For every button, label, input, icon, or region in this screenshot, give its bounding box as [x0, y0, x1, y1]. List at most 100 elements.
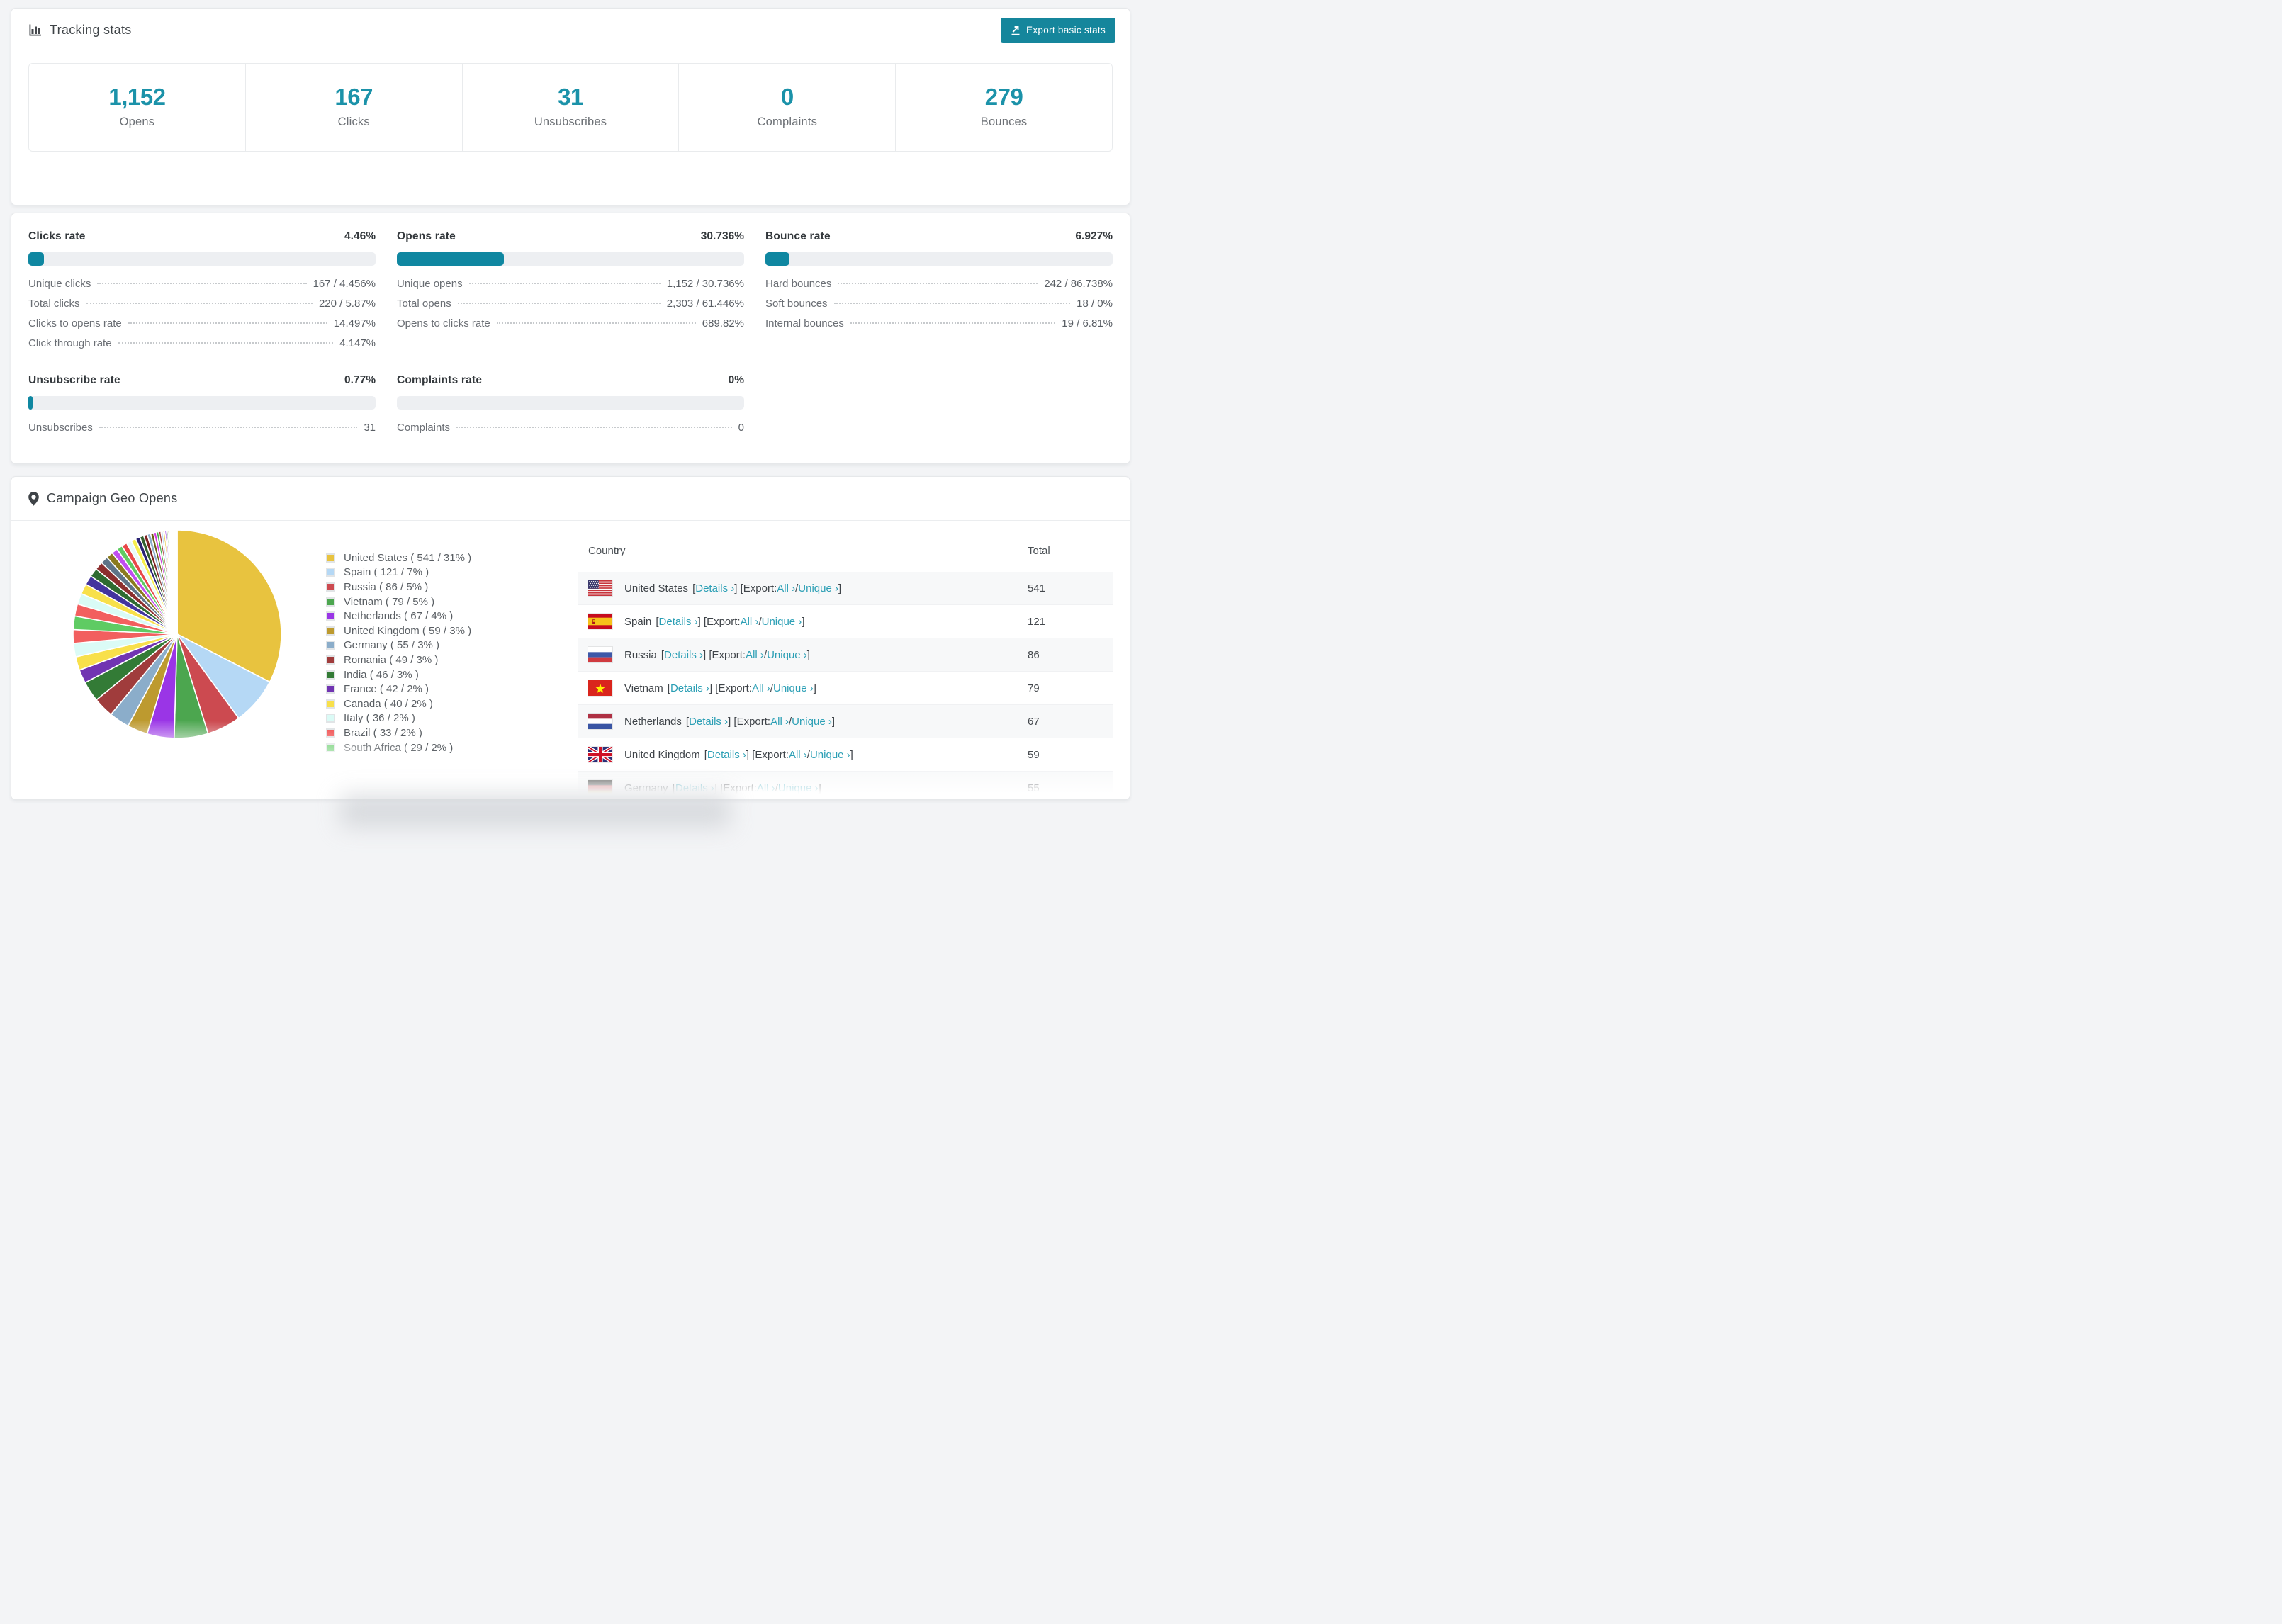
export-all-link[interactable]: All ›: [777, 582, 795, 594]
total-cell: 86: [1028, 648, 1040, 661]
legend-item-canada[interactable]: Canada ( 40 / 2% ): [326, 697, 561, 711]
legend-item-united-kingdom[interactable]: United Kingdom ( 59 / 3% ): [326, 624, 561, 638]
flag-icon-es: [588, 614, 612, 629]
legend-swatch: [326, 641, 335, 650]
country-cell: United Kingdom[Details ›] [Export: All ›…: [588, 747, 1028, 762]
legend-item-germany[interactable]: Germany ( 55 / 3% ): [326, 638, 561, 653]
details-link[interactable]: Details ›: [670, 682, 709, 694]
legend-item-romania[interactable]: Romania ( 49 / 3% ): [326, 653, 561, 667]
clicks-rate-progress-bar: [28, 252, 376, 266]
legend-item-spain[interactable]: Spain ( 121 / 7% ): [326, 565, 561, 580]
export-unique-link[interactable]: Unique ›: [773, 682, 814, 694]
country-name: Russia: [624, 648, 657, 661]
export-all-link[interactable]: All ›: [770, 716, 789, 728]
legend-item-russia[interactable]: Russia ( 86 / 5% ): [326, 580, 561, 594]
stat-row: Complaints 0: [397, 422, 744, 441]
country-cell: Germany[Details ›] [Export: All › / Uniq…: [588, 780, 1028, 796]
bracket: ]: [838, 582, 842, 594]
stat-label: Opens to clicks rate: [397, 317, 490, 329]
column-header-country: Country: [588, 545, 626, 557]
legend-label: Canada ( 40 / 2% ): [344, 697, 433, 710]
summary-label: Complaints: [757, 115, 818, 128]
dotted-leader: [457, 303, 661, 304]
legend-swatch: [326, 553, 335, 563]
rates-card: Clicks rate 4.46% Unique clicks 167 / 4.456…: [11, 213, 1130, 464]
flag-icon-us: [588, 580, 612, 596]
total-cell: 55: [1028, 782, 1040, 794]
stat-value: 0: [738, 422, 744, 434]
legend-swatch: [326, 728, 335, 738]
export-unique-link[interactable]: Unique ›: [778, 782, 819, 794]
summary-value: 31: [558, 84, 583, 110]
summary-box-clicks: 167 Clicks: [245, 64, 463, 151]
stat-value: 220 / 5.87%: [318, 298, 376, 310]
legend-label: Germany ( 55 / 3% ): [344, 639, 440, 652]
table-row-us: United States[Details ›] [Export: All › …: [578, 572, 1113, 605]
unsubscribe-rate-head: Unsubscribe rate 0.77%: [28, 374, 376, 387]
legend-label: Spain ( 121 / 7% ): [344, 566, 429, 579]
details-link[interactable]: Details ›: [689, 716, 728, 728]
stat-label: Clicks to opens rate: [28, 317, 122, 329]
summary-label: Clicks: [337, 115, 370, 128]
details-link[interactable]: Details ›: [695, 582, 734, 594]
summary-stats-row: 1,152 Opens 167 Clicks 31 Unsubscribes 0 Compla…: [28, 63, 1113, 152]
stat-row: Internal bounces 19 / 6.81%: [765, 317, 1113, 337]
stat-row: Clicks to opens rate 14.497%: [28, 317, 376, 337]
stat-label: Internal bounces: [765, 317, 844, 329]
legend-swatch: [326, 655, 335, 665]
legend-item-italy[interactable]: Italy ( 36 / 2% ): [326, 711, 561, 726]
stat-row: Unique opens 1,152 / 30.736%: [397, 278, 744, 298]
legend-item-india[interactable]: India ( 46 / 3% ): [326, 667, 561, 682]
legend-swatch: [326, 743, 335, 752]
export-unique-link[interactable]: Unique ›: [762, 616, 802, 628]
map-pin-icon: [28, 491, 39, 506]
stat-value: 14.497%: [333, 317, 376, 329]
export-all-link[interactable]: All ›: [752, 682, 770, 694]
bracket-export-label: ] [Export:: [728, 715, 771, 728]
legend-item-south-africa[interactable]: South Africa ( 29 / 2% ): [326, 740, 561, 755]
stat-row: Total opens 2,303 / 61.446%: [397, 298, 744, 317]
stat-value: 4.147%: [339, 337, 376, 349]
legend-item-brazil[interactable]: Brazil ( 33 / 2% ): [326, 726, 561, 740]
bracket: ]: [850, 748, 853, 761]
legend-label: Brazil ( 33 / 2% ): [344, 726, 422, 739]
summary-box-unsubscribes: 31 Unsubscribes: [462, 64, 680, 151]
legend-item-netherlands[interactable]: Netherlands ( 67 / 4% ): [326, 609, 561, 624]
details-link[interactable]: Details ›: [707, 749, 746, 761]
legend-label: France ( 42 / 2% ): [344, 683, 429, 696]
legend-swatch: [326, 699, 335, 709]
export-unique-link[interactable]: Unique ›: [810, 749, 850, 761]
legend-item-france[interactable]: France ( 42 / 2% ): [326, 682, 561, 697]
export-unique-link[interactable]: Unique ›: [792, 716, 832, 728]
total-cell: 541: [1028, 582, 1046, 594]
dotted-leader: [468, 283, 661, 284]
summary-box-complaints: 0 Complaints: [679, 64, 896, 151]
unsubscribe-rate-value: 0.77%: [344, 374, 376, 386]
table-row-es: Spain[Details ›] [Export: All › / Unique…: [578, 605, 1113, 638]
geo-pie-chart: [28, 525, 326, 799]
legend-item-united-states[interactable]: United States ( 541 / 31% ): [326, 551, 561, 565]
details-link[interactable]: Details ›: [664, 649, 703, 661]
export-all-link[interactable]: All ›: [741, 616, 759, 628]
details-link[interactable]: Details ›: [675, 782, 714, 794]
geo-title: Campaign Geo Opens: [47, 491, 178, 505]
export-unique-link[interactable]: Unique ›: [798, 582, 838, 594]
summary-value: 167: [335, 84, 373, 110]
export-all-link[interactable]: All ›: [757, 782, 775, 794]
tracking-stats-page: { "colors": { "accent_teal": "#15869c", …: [0, 0, 1141, 828]
column-header-total: Total: [1028, 545, 1050, 557]
country-cell: Netherlands[Details ›] [Export: All › / …: [588, 714, 1028, 729]
legend-label: United Kingdom ( 59 / 3% ): [344, 624, 472, 637]
stat-label: Unique clicks: [28, 278, 91, 290]
details-link[interactable]: Details ›: [659, 616, 698, 628]
clicks-rate-head: Clicks rate 4.46%: [28, 230, 376, 243]
complaints-rate-head: Complaints rate 0%: [397, 374, 744, 387]
summary-label: Bounces: [980, 115, 1028, 128]
export-all-link[interactable]: All ›: [789, 749, 807, 761]
country-cell: Russia[Details ›] [Export: All › / Uniqu…: [588, 647, 1028, 662]
stat-value: 167 / 4.456%: [313, 278, 376, 290]
legend-item-vietnam[interactable]: Vietnam ( 79 / 5% ): [326, 594, 561, 609]
export-basic-stats-button[interactable]: Export basic stats: [1001, 18, 1115, 43]
export-unique-link[interactable]: Unique ›: [767, 649, 807, 661]
export-all-link[interactable]: All ›: [746, 649, 764, 661]
